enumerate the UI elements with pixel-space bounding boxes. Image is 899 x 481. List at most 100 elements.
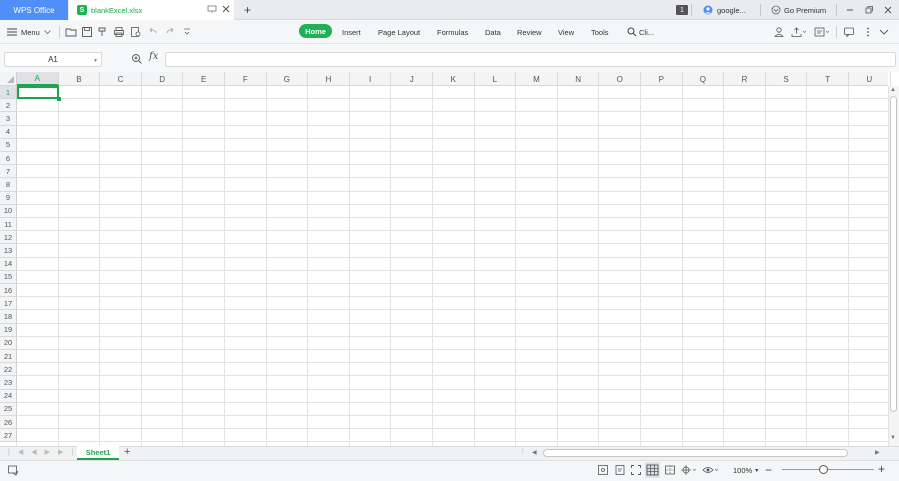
horizontal-scroll-thumb[interactable] — [543, 449, 848, 457]
protect-icon[interactable] — [614, 464, 626, 476]
tab-screen-icon[interactable] — [207, 4, 217, 14]
insert-function-button[interactable]: fx — [149, 51, 158, 62]
row-header[interactable]: 18 — [0, 310, 17, 324]
row-header[interactable]: 19 — [0, 323, 17, 337]
row-header[interactable]: 24 — [0, 389, 17, 403]
tab-formulas[interactable]: Formulas — [437, 20, 468, 44]
collapse-ribbon-icon[interactable] — [878, 26, 890, 38]
column-header[interactable]: G — [267, 72, 309, 86]
column-header[interactable]: O — [599, 72, 641, 86]
row-header[interactable]: 6 — [0, 152, 17, 166]
column-header[interactable]: D — [142, 72, 184, 86]
reading-mode-icon[interactable] — [597, 464, 609, 476]
row-header[interactable]: 23 — [0, 376, 17, 390]
row-header[interactable]: 10 — [0, 204, 17, 218]
wps-office-tab[interactable]: WPS Office — [0, 0, 68, 20]
active-cell-a1[interactable] — [17, 86, 59, 99]
column-header[interactable]: I — [350, 72, 392, 86]
select-all-corner[interactable] — [0, 72, 17, 86]
column-header[interactable]: Q — [683, 72, 725, 86]
normal-view-button[interactable] — [645, 462, 660, 478]
column-header[interactable]: S — [766, 72, 808, 86]
row-header[interactable]: 8 — [0, 178, 17, 192]
vertical-scroll-thumb[interactable] — [890, 96, 897, 412]
document-tab[interactable]: S blankExcel.xlsx — [69, 0, 234, 20]
print-icon[interactable] — [113, 26, 125, 38]
page-break-view-icon[interactable] — [664, 464, 676, 476]
account-button[interactable]: google... — [703, 0, 746, 20]
row-header[interactable]: 9 — [0, 191, 17, 205]
undo-icon[interactable] — [147, 26, 159, 38]
tab-page-layout[interactable]: Page Layout — [378, 20, 420, 44]
tab-insert[interactable]: Insert — [342, 20, 361, 44]
fullscreen-icon[interactable] — [630, 464, 642, 476]
row-header[interactable]: 12 — [0, 231, 17, 245]
name-box-dropdown-icon[interactable]: ▾ — [94, 57, 97, 64]
column-header[interactable]: P — [641, 72, 683, 86]
search-button[interactable]: Cli... — [627, 20, 654, 44]
row-header[interactable]: 13 — [0, 244, 17, 258]
name-box[interactable]: A1 — [4, 52, 102, 67]
row-header[interactable]: 4 — [0, 125, 17, 139]
sheet-nav-icon[interactable]: |◀◀▶▶| — [8, 448, 81, 456]
tab-data[interactable]: Data — [485, 20, 501, 44]
new-tab-button[interactable]: + — [244, 0, 251, 20]
row-header[interactable]: 21 — [0, 350, 17, 364]
column-header[interactable]: H — [308, 72, 350, 86]
save-icon[interactable] — [81, 26, 93, 38]
tab-review[interactable]: Review — [517, 20, 542, 44]
row-header[interactable]: 20 — [0, 336, 17, 350]
row-header[interactable]: 2 — [0, 99, 17, 113]
minimize-icon[interactable] — [845, 5, 855, 15]
history-icon[interactable] — [814, 26, 830, 38]
tab-home[interactable]: Home — [299, 24, 332, 38]
close-window-icon[interactable] — [883, 5, 893, 15]
more-vertical-icon[interactable] — [862, 26, 874, 38]
row-header[interactable]: 15 — [0, 270, 17, 284]
column-header[interactable]: B — [59, 72, 101, 86]
window-count-badge[interactable]: 1 — [676, 5, 688, 15]
column-header[interactable]: K — [433, 72, 475, 86]
page-layout-view-icon[interactable] — [680, 464, 698, 476]
add-sheet-button[interactable]: + — [124, 446, 130, 458]
column-header[interactable]: F — [225, 72, 267, 86]
row-header[interactable]: 26 — [0, 416, 17, 430]
row-header[interactable]: 25 — [0, 402, 17, 416]
sheet-tab-sheet1[interactable]: Sheet1 — [77, 446, 119, 460]
zoom-in-button[interactable]: + — [878, 462, 885, 476]
share-icon[interactable] — [791, 26, 807, 38]
scroll-right-icon[interactable]: ▶ — [875, 449, 880, 456]
zoom-level-button[interactable]: 100% ▾ — [733, 460, 758, 481]
row-header[interactable]: 22 — [0, 363, 17, 377]
column-header[interactable]: L — [475, 72, 517, 86]
column-header[interactable]: C — [100, 72, 142, 86]
column-header[interactable]: M — [516, 72, 558, 86]
fill-handle[interactable] — [57, 97, 61, 101]
tab-view[interactable]: View — [558, 20, 574, 44]
customize-toolbar-icon[interactable] — [181, 26, 193, 38]
row-header[interactable]: 17 — [0, 297, 17, 311]
column-header[interactable]: U — [849, 72, 891, 86]
row-header[interactable]: 16 — [0, 284, 17, 298]
row-header[interactable]: 27 — [0, 429, 17, 443]
share-user-icon[interactable] — [773, 26, 785, 38]
comment-icon[interactable] — [843, 26, 855, 38]
scroll-up-icon[interactable]: ▲ — [890, 87, 896, 93]
row-header[interactable]: 7 — [0, 165, 17, 179]
column-header[interactable]: A — [17, 72, 59, 86]
spreadsheet-grid[interactable] — [0, 72, 888, 446]
zoom-out-button[interactable]: − — [765, 463, 772, 477]
open-folder-icon[interactable] — [65, 26, 77, 38]
menu-button[interactable]: Menu — [7, 20, 51, 44]
row-header[interactable]: 1 — [0, 86, 17, 100]
format-painter-icon[interactable] — [97, 26, 109, 38]
tab-close-icon[interactable] — [221, 4, 231, 14]
column-header[interactable]: T — [807, 72, 849, 86]
scroll-down-icon[interactable]: ▼ — [890, 435, 896, 441]
row-header[interactable]: 3 — [0, 112, 17, 126]
column-header[interactable]: N — [558, 72, 600, 86]
formula-input[interactable] — [165, 52, 896, 67]
column-header[interactable]: J — [391, 72, 433, 86]
scroll-left-icon[interactable]: ◀ — [532, 449, 537, 456]
column-header[interactable]: R — [724, 72, 766, 86]
